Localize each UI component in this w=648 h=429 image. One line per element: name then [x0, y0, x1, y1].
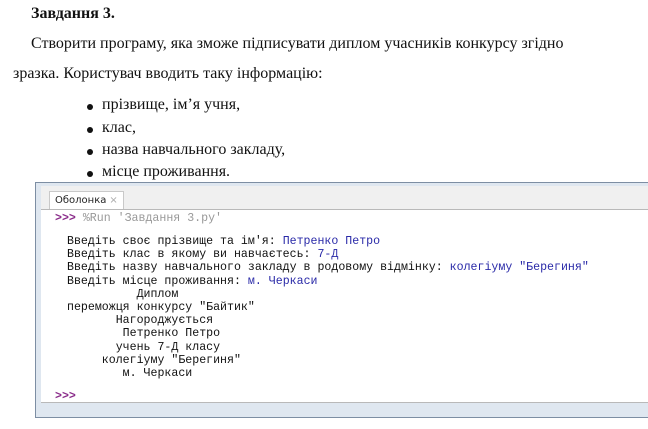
- task-paragraph: Створити програму, яка зможе підписувати…: [31, 35, 564, 52]
- shell-console[interactable]: >>> %Run 'Завдання 3.py' Введіть своє пр…: [41, 210, 648, 403]
- bullet-item: назва навчального закладу,: [87, 141, 285, 159]
- close-icon[interactable]: ×: [109, 195, 117, 206]
- prompt: >>>: [55, 390, 76, 403]
- output-line: учень 7-Д класу: [67, 341, 221, 354]
- run-command: %Run 'Завдання 3.py': [82, 212, 222, 225]
- bullet-item: клас,: [87, 119, 136, 137]
- output-line: Диплом: [67, 288, 179, 301]
- prompt: >>>: [55, 212, 76, 225]
- output-line: Петренко Петро: [67, 327, 221, 340]
- run-command-line: >>> %Run 'Завдання 3.py': [55, 212, 222, 225]
- task-paragraph-cont: зразка. Користувач вводить таку інформац…: [13, 65, 323, 82]
- output-line: колегіуму "Берегиня": [67, 354, 241, 367]
- tab-label: Оболонка: [55, 195, 107, 206]
- output-line: переможця конкурсу "Байтик": [67, 301, 255, 314]
- input-line: Введіть клас в якому ви навчаєтесь: 7-Д: [67, 248, 339, 261]
- output-line: Нагороджується: [67, 314, 214, 327]
- input-line: Введіть своє прізвище та ім'я: Петренко …: [67, 235, 381, 248]
- shell-window: Оболонка × >>> %Run 'Завдання 3.py' Введі…: [35, 182, 648, 418]
- output-line: м. Черкаси: [67, 367, 193, 380]
- bullet-item: місце проживання.: [87, 163, 230, 181]
- tab-bar: Оболонка ×: [41, 186, 648, 210]
- bullet-item: прізвище, ім’я учня,: [87, 96, 240, 114]
- input-line: Введіть місце проживання: м. Черкаси: [67, 275, 318, 288]
- tab-shell[interactable]: Оболонка ×: [49, 191, 124, 209]
- input-line: Введіть назву навчального закладу в родо…: [67, 261, 589, 274]
- task-title: Завдання 3.: [31, 5, 115, 22]
